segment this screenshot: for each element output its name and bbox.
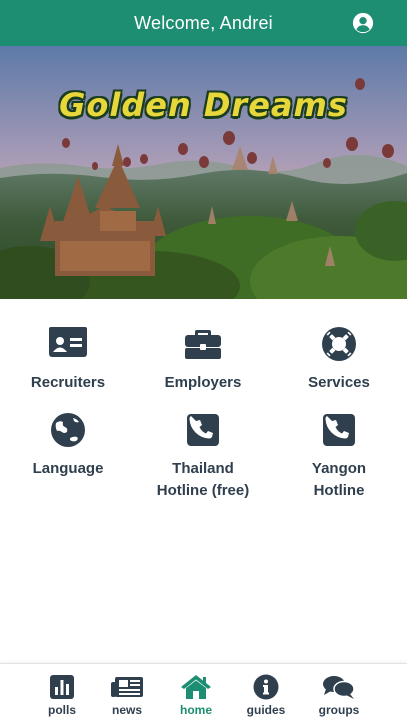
tile-services[interactable]: Services xyxy=(271,324,407,394)
tile-language[interactable]: Language xyxy=(0,410,136,480)
nav-home[interactable]: home xyxy=(166,674,226,717)
tile-label-line: Yangon xyxy=(311,460,367,477)
tile-label: Services xyxy=(308,374,370,391)
top-app-bar: Welcome, Andrei xyxy=(0,0,407,46)
nav-polls[interactable]: polls xyxy=(32,674,92,717)
hero-banner-image: Golden Dreams xyxy=(0,46,407,299)
nav-label: groups xyxy=(318,703,360,717)
id-card-icon xyxy=(49,327,87,357)
nav-news[interactable]: news xyxy=(97,674,157,717)
golden-dreams-logo: Golden Dreams xyxy=(59,86,348,124)
tile-label-line: Hotline (free) xyxy=(156,482,250,499)
bar-chart-icon xyxy=(50,675,74,699)
tile-label: Employers xyxy=(164,374,242,391)
tile-label: Language xyxy=(32,460,104,477)
comments-icon xyxy=(323,676,355,699)
bottom-navigation: polls news home guides groups xyxy=(0,663,407,724)
tile-label: Recruiters xyxy=(30,374,106,391)
bagan-landscape-illustration xyxy=(0,46,407,299)
tile-label: Thailand Hotline (free) xyxy=(135,458,271,502)
nav-label: polls xyxy=(47,703,76,717)
tile-recruiters[interactable]: Recruiters xyxy=(0,324,136,394)
tile-label: Yangon Hotline xyxy=(271,458,407,502)
nav-groups[interactable]: groups xyxy=(309,674,369,717)
phone-square-icon xyxy=(323,414,355,446)
phone-square-icon xyxy=(187,414,219,446)
newspaper-icon xyxy=(111,677,143,697)
tile-label-line: Thailand xyxy=(172,460,234,477)
info-circle-icon xyxy=(253,674,279,700)
nav-guides[interactable]: guides xyxy=(236,674,296,717)
nav-label: home xyxy=(179,703,212,717)
welcome-title: Welcome, Andrei xyxy=(134,12,273,33)
tile-label-line: Hotline xyxy=(313,482,365,499)
nav-label: news xyxy=(111,703,142,717)
life-ring-icon xyxy=(322,327,356,361)
nav-label: guides xyxy=(246,703,286,717)
tile-employers[interactable]: Employers xyxy=(135,324,271,394)
user-circle-icon[interactable] xyxy=(352,12,374,34)
tile-thailand-hotline[interactable]: Thailand Hotline (free) xyxy=(135,410,271,502)
tile-yangon-hotline[interactable]: Yangon Hotline xyxy=(271,410,407,502)
globe-icon xyxy=(51,413,85,447)
briefcase-icon xyxy=(185,330,221,359)
home-icon xyxy=(181,675,211,699)
